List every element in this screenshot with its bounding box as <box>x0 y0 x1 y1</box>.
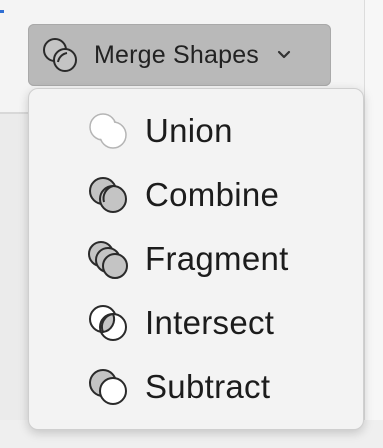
combine-icon <box>81 171 137 219</box>
edge-marker <box>0 10 4 13</box>
subtract-label: Subtract <box>145 368 271 405</box>
union-icon <box>81 107 137 155</box>
menu-item-union[interactable]: Union <box>29 99 363 163</box>
merge-shapes-label: Merge Shapes <box>94 40 259 69</box>
merge-shapes-button[interactable]: Merge Shapes <box>28 24 331 86</box>
menu-item-intersect[interactable]: Intersect <box>29 291 363 355</box>
fragment-icon <box>81 235 137 283</box>
intersect-label: Intersect <box>145 304 275 341</box>
merge-shapes-menu: Union Combine Fragment Intersect Subtrac… <box>28 88 364 430</box>
subtract-icon <box>81 363 137 411</box>
menu-item-fragment[interactable]: Fragment <box>29 227 363 291</box>
union-label: Union <box>145 112 233 149</box>
merge-shapes-icon <box>40 35 80 75</box>
chevron-down-icon <box>275 46 293 64</box>
menu-item-combine[interactable]: Combine <box>29 163 363 227</box>
menu-item-subtract[interactable]: Subtract <box>29 355 363 419</box>
fragment-label: Fragment <box>145 240 289 277</box>
combine-label: Combine <box>145 176 280 213</box>
right-panel-edge <box>364 0 383 448</box>
intersect-icon <box>81 299 137 347</box>
